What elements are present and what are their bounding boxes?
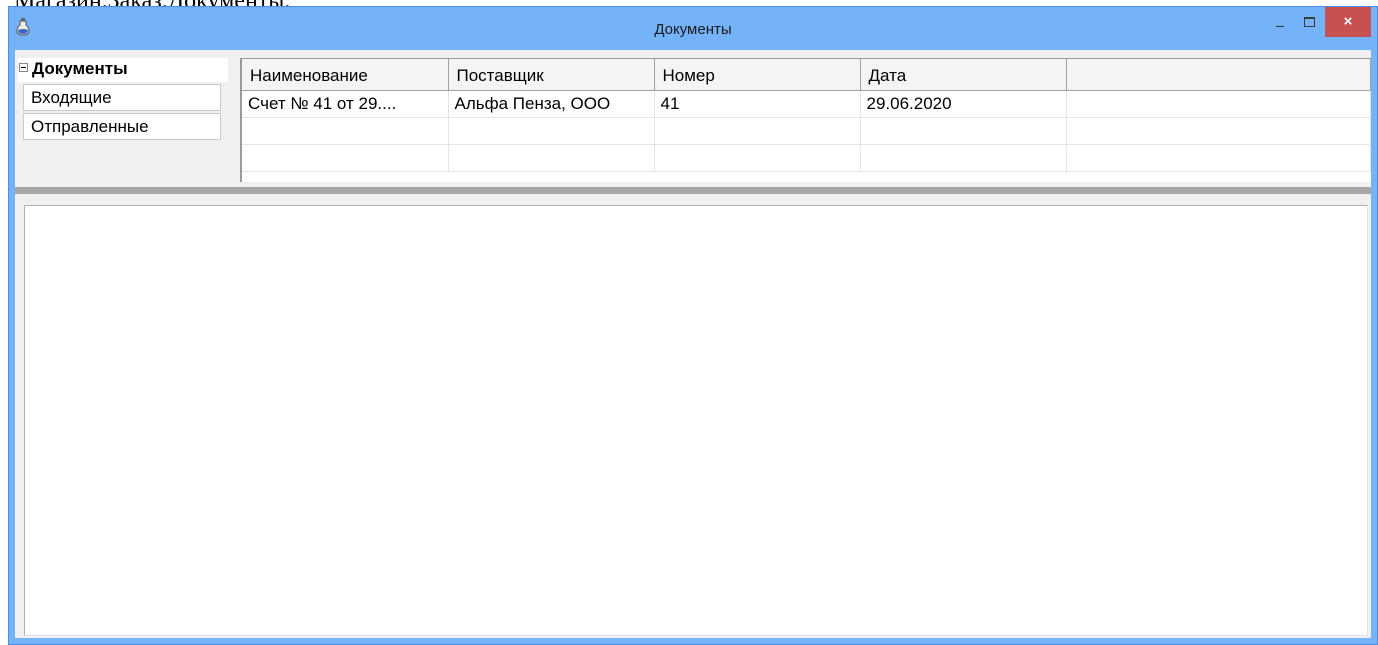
title-bar[interactable]: Документы ×	[9, 7, 1377, 50]
table-row[interactable]	[242, 117, 1371, 145]
cell-date[interactable]: 29.06.2020	[860, 90, 1067, 118]
column-header-date[interactable]: Дата	[860, 59, 1067, 91]
cell-number[interactable]	[654, 117, 861, 145]
tree-collapse-icon[interactable]	[19, 63, 28, 72]
cell-name[interactable]: Счет № 41 от 29....	[242, 90, 449, 118]
tree-item-sent[interactable]: Отправленные	[23, 113, 221, 140]
window-right-border	[1371, 50, 1377, 644]
cell-supplier[interactable]	[448, 144, 655, 172]
documents-window: Документы × Документы Входящие Отправлен…	[8, 6, 1378, 645]
window-title: Документы	[654, 21, 732, 38]
tree-root-documents[interactable]: Документы	[18, 58, 228, 82]
grid-header-row: Наименование Поставщик Номер Дата	[242, 59, 1371, 91]
cell-filler	[1066, 144, 1371, 172]
table-row[interactable]	[242, 144, 1371, 172]
minimize-icon[interactable]	[1267, 7, 1295, 37]
cell-number[interactable]: 41	[654, 90, 861, 118]
window-bottom-border	[9, 638, 1377, 644]
cell-name[interactable]	[242, 144, 449, 172]
close-icon[interactable]: ×	[1325, 7, 1371, 37]
cell-name[interactable]	[242, 117, 449, 145]
cell-supplier[interactable]	[448, 117, 655, 145]
document-preview-pane[interactable]	[24, 205, 1368, 636]
cell-number[interactable]	[654, 144, 861, 172]
cell-filler	[1066, 117, 1371, 145]
tree-item-incoming[interactable]: Входящие	[23, 84, 221, 111]
panel-splitter[interactable]	[15, 187, 1371, 194]
tree-root-label: Документы	[32, 59, 128, 78]
column-header-supplier[interactable]: Поставщик	[448, 59, 655, 91]
table-row[interactable]: Счет № 41 от 29.... Альфа Пенза, ООО 41 …	[242, 90, 1371, 118]
column-header-filler	[1066, 59, 1371, 91]
cell-date[interactable]	[860, 144, 1067, 172]
cell-filler	[1066, 90, 1371, 118]
documents-grid: Наименование Поставщик Номер Дата Счет №…	[240, 58, 1371, 182]
column-header-number[interactable]: Номер	[654, 59, 861, 91]
folder-tree: Документы Входящие Отправленные	[18, 58, 233, 140]
cell-supplier[interactable]: Альфа Пенза, ООО	[448, 90, 655, 118]
cell-date[interactable]	[860, 117, 1067, 145]
column-header-name[interactable]: Наименование	[242, 59, 449, 91]
maximize-icon[interactable]	[1296, 7, 1324, 37]
window-client-area: Документы Входящие Отправленные Наименов…	[15, 50, 1371, 638]
